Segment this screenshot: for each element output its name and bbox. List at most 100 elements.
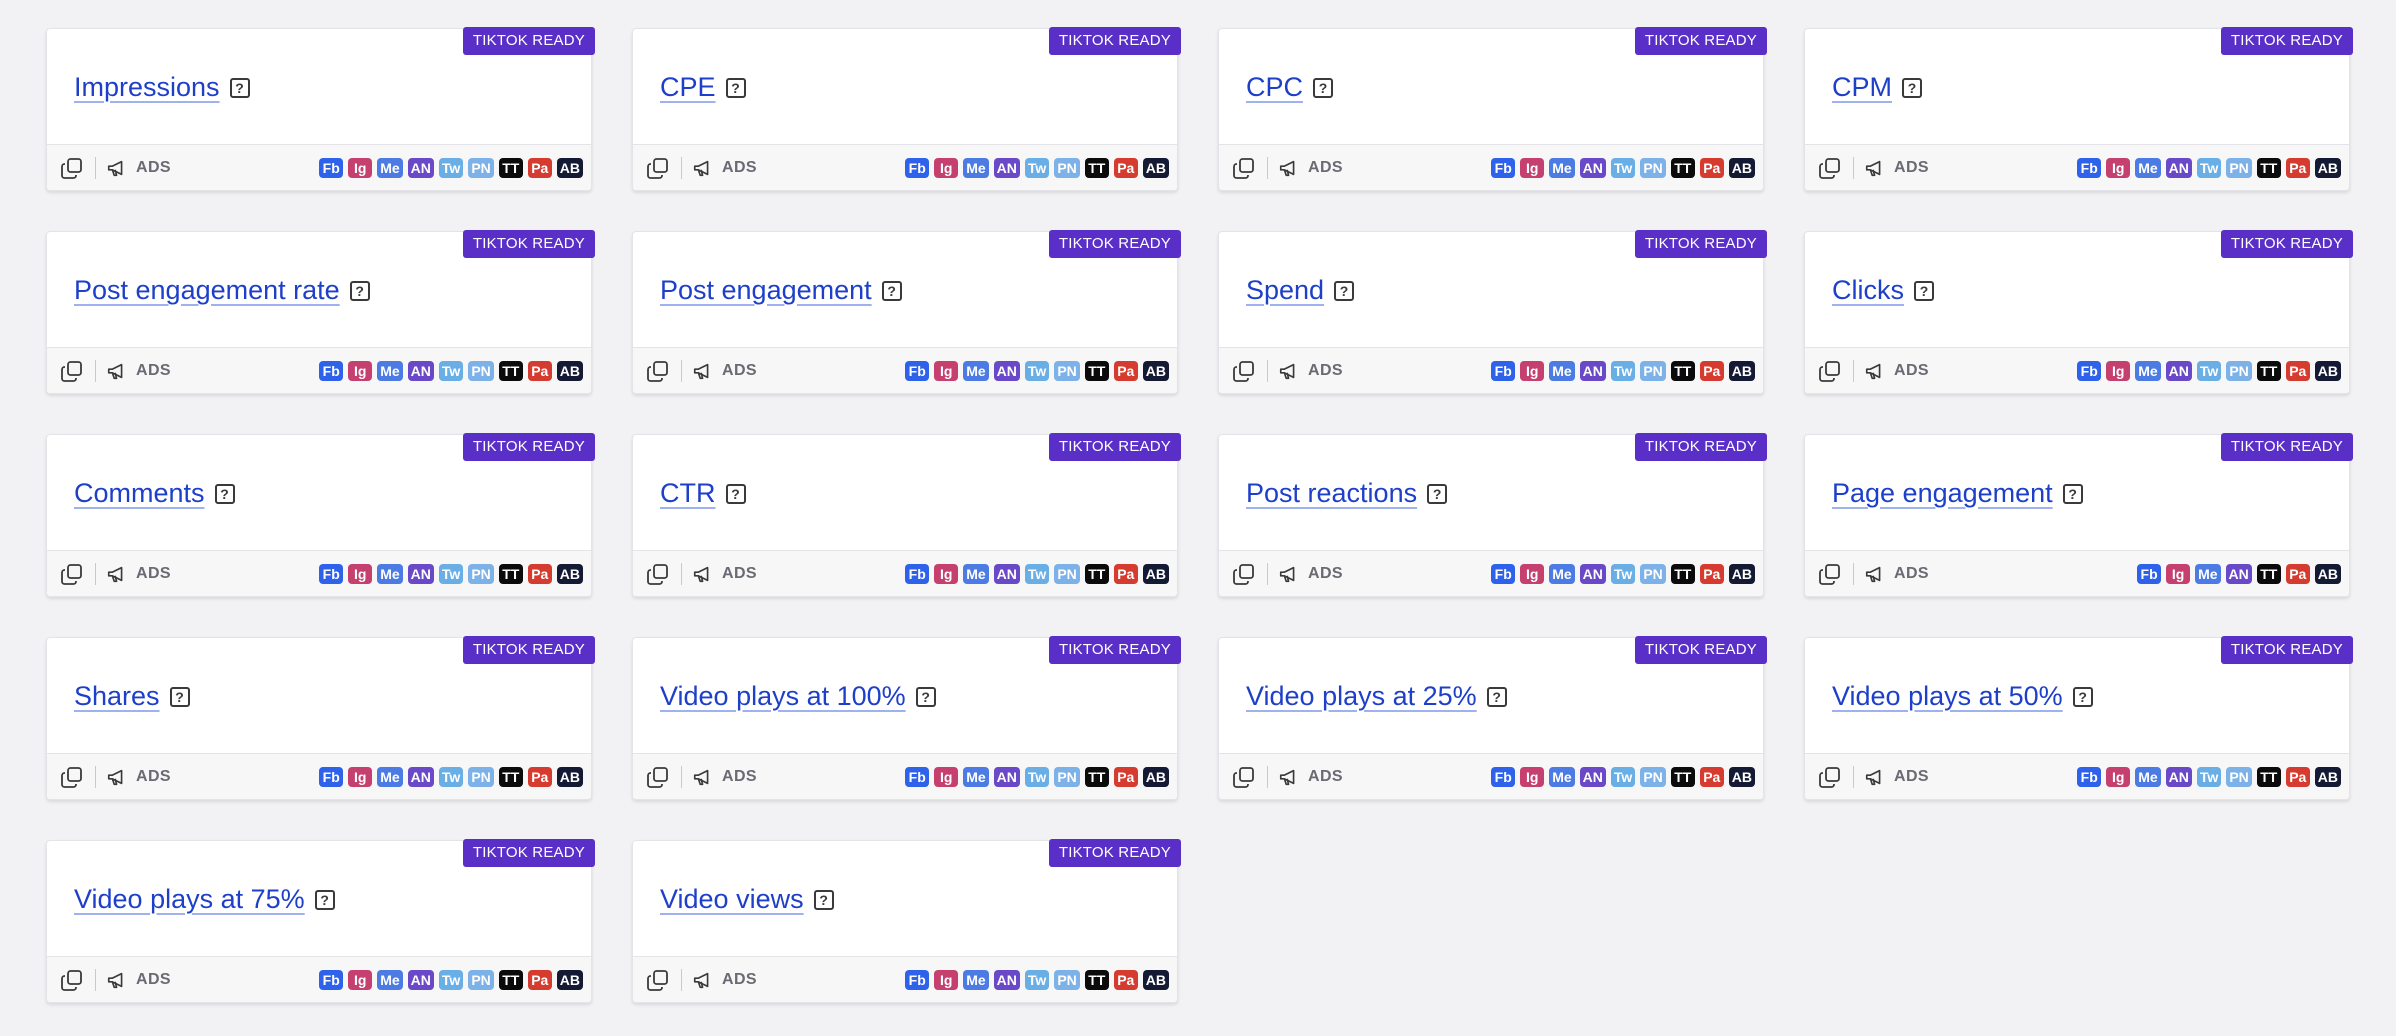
- metric-title-link[interactable]: CPE: [660, 72, 716, 103]
- metric-title-link[interactable]: Video views: [660, 884, 804, 915]
- metric-card[interactable]: TIKTOK READY CTR ? ADS Fb Ig Me AN Tw PN TT Pa A…: [632, 433, 1181, 597]
- card-footer: ADS Fb Ig Me AN Tw PN TT Pa AB: [1219, 550, 1763, 596]
- metric-title-link[interactable]: CPM: [1832, 72, 1892, 103]
- platform-badge-tt: TT: [1670, 157, 1695, 178]
- metric-title-link[interactable]: Post engagement: [660, 275, 872, 306]
- megaphone-icon: [106, 563, 128, 585]
- platform-badge-tw: Tw: [1024, 969, 1050, 990]
- help-icon[interactable]: ?: [813, 889, 834, 910]
- megaphone-icon: [692, 969, 714, 991]
- metric-title-link[interactable]: Page engagement: [1832, 478, 2053, 509]
- metric-card[interactable]: TIKTOK READY CPE ? ADS Fb Ig Me AN Tw PN TT Pa A…: [632, 27, 1181, 191]
- copy-icon[interactable]: [59, 561, 85, 587]
- help-icon[interactable]: ?: [1313, 77, 1334, 98]
- copy-icon[interactable]: [1817, 764, 1843, 790]
- metric-card[interactable]: TIKTOK READY Impressions ? ADS Fb Ig Me AN T…: [46, 27, 595, 191]
- help-icon[interactable]: ?: [169, 686, 190, 707]
- platform-badge-ig: Ig: [934, 969, 959, 990]
- metric-card[interactable]: TIKTOK READY Video plays at 25% ? ADS Fb…: [1218, 636, 1767, 800]
- help-icon[interactable]: ?: [1334, 280, 1355, 301]
- help-icon[interactable]: ?: [349, 280, 370, 301]
- metric-card[interactable]: TIKTOK READY Page engagement ? ADS Fb Ig M…: [1804, 433, 2353, 597]
- metric-card[interactable]: TIKTOK READY Video plays at 100% ? ADS F…: [632, 636, 1181, 800]
- metric-title-link[interactable]: Post reactions: [1246, 478, 1417, 509]
- copy-icon[interactable]: [1817, 561, 1843, 587]
- platform-badge-ab: AB: [556, 766, 583, 787]
- metric-card[interactable]: TIKTOK READY CPC ? ADS Fb Ig Me AN Tw PN TT Pa A…: [1218, 27, 1767, 191]
- metric-title-link[interactable]: Shares: [74, 681, 160, 712]
- platform-badge-fb: Fb: [905, 766, 930, 787]
- metric-title-link[interactable]: Video plays at 50%: [1832, 681, 2063, 712]
- footer-divider: [1267, 765, 1268, 788]
- help-icon[interactable]: ?: [1486, 686, 1507, 707]
- copy-icon[interactable]: [1817, 155, 1843, 181]
- copy-icon[interactable]: [645, 967, 671, 993]
- help-icon[interactable]: ?: [1914, 280, 1934, 301]
- metric-title-link[interactable]: Spend: [1246, 275, 1324, 306]
- metric-card[interactable]: TIKTOK READY CPM ? ADS Fb Ig Me AN Tw PN TT Pa A…: [1804, 27, 2353, 191]
- help-icon[interactable]: ?: [1902, 77, 1922, 98]
- metric-card[interactable]: TIKTOK READY Spend ? ADS Fb Ig Me AN Tw PN TT P…: [1218, 230, 1767, 394]
- copy-icon[interactable]: [1231, 561, 1257, 587]
- copy-icon[interactable]: [645, 764, 671, 790]
- metric-card[interactable]: TIKTOK READY Post engagement rate ? ADS …: [46, 230, 595, 394]
- copy-icon[interactable]: [59, 358, 85, 384]
- metric-title-link[interactable]: Video plays at 75%: [74, 884, 305, 915]
- help-icon[interactable]: ?: [1427, 483, 1448, 504]
- help-icon[interactable]: ?: [915, 686, 936, 707]
- help-icon[interactable]: ?: [2072, 686, 2093, 707]
- help-icon[interactable]: ?: [314, 889, 335, 910]
- metric-title-link[interactable]: Video plays at 25%: [1246, 681, 1477, 712]
- copy-icon[interactable]: [645, 358, 671, 384]
- platform-badge-ab: AB: [1142, 563, 1169, 584]
- metric-card[interactable]: TIKTOK READY Video plays at 75% ? ADS Fb…: [46, 839, 595, 1003]
- copy-icon[interactable]: [59, 155, 85, 181]
- platform-badge-an: AN: [2225, 563, 2252, 584]
- metric-title-link[interactable]: CPC: [1246, 72, 1303, 103]
- copy-icon[interactable]: [645, 155, 671, 181]
- copy-icon[interactable]: [59, 764, 85, 790]
- metric-title-link[interactable]: Video plays at 100%: [660, 681, 906, 712]
- copy-icon[interactable]: [1231, 764, 1257, 790]
- copy-icon[interactable]: [1231, 358, 1257, 384]
- metric-card[interactable]: TIKTOK READY Post reactions ? ADS Fb Ig Me…: [1218, 433, 1767, 597]
- metric-card[interactable]: TIKTOK READY Post engagement ? ADS Fb Ig M…: [632, 230, 1181, 394]
- metric-title-link[interactable]: Comments: [74, 478, 205, 509]
- platform-badge-an: AN: [1579, 766, 1606, 787]
- metric-card[interactable]: TIKTOK READY Shares ? ADS Fb Ig Me AN Tw PN TT…: [46, 636, 595, 800]
- copy-icon[interactable]: [59, 967, 85, 993]
- category-label: ADS: [722, 970, 757, 988]
- platform-badge-pa: Pa: [2285, 766, 2310, 787]
- metric-title-link[interactable]: Clicks: [1832, 275, 1904, 306]
- copy-icon[interactable]: [1817, 358, 1843, 384]
- metric-card[interactable]: TIKTOK READY Clicks ? ADS Fb Ig Me AN Tw PN TT…: [1804, 230, 2353, 394]
- metric-title-link[interactable]: Post engagement rate: [74, 275, 340, 306]
- platform-badge-fb: Fb: [2077, 157, 2102, 178]
- category-label: ADS: [1894, 564, 1929, 582]
- copy-icon[interactable]: [1231, 155, 1257, 181]
- help-icon[interactable]: ?: [725, 77, 746, 98]
- platform-badge-ab: AB: [1142, 157, 1169, 178]
- platform-badge-ig: Ig: [934, 766, 959, 787]
- help-icon[interactable]: ?: [881, 280, 902, 301]
- metric-card[interactable]: TIKTOK READY Comments ? ADS Fb Ig Me AN Tw PN…: [46, 433, 595, 597]
- copy-icon[interactable]: [645, 561, 671, 587]
- platform-badge-tw: Tw: [1610, 766, 1636, 787]
- tiktok-ready-badge: TIKTOK READY: [1048, 27, 1181, 55]
- footer-divider: [681, 765, 682, 788]
- help-icon[interactable]: ?: [2062, 483, 2083, 504]
- metric-title-link[interactable]: Impressions: [74, 72, 220, 103]
- help-icon[interactable]: ?: [725, 483, 746, 504]
- tiktok-ready-badge: TIKTOK READY: [462, 636, 595, 664]
- metric-title-link[interactable]: CTR: [660, 478, 716, 509]
- category-label: ADS: [136, 361, 171, 379]
- metric-card[interactable]: TIKTOK READY Video views ? ADS Fb Ig Me AN T…: [632, 839, 1181, 1003]
- metric-card[interactable]: TIKTOK READY Video plays at 50% ? ADS Fb…: [1804, 636, 2353, 800]
- megaphone-icon: [1864, 157, 1886, 179]
- platform-badge-fb: Fb: [319, 360, 344, 381]
- tiktok-ready-badge: TIKTOK READY: [1048, 230, 1181, 258]
- card-footer: ADS Fb Ig Me AN Tw PN TT Pa AB: [633, 144, 1177, 190]
- help-icon[interactable]: ?: [229, 77, 250, 98]
- card-footer: ADS Fb Ig Me AN Tw PN TT Pa AB: [633, 347, 1177, 393]
- help-icon[interactable]: ?: [214, 483, 235, 504]
